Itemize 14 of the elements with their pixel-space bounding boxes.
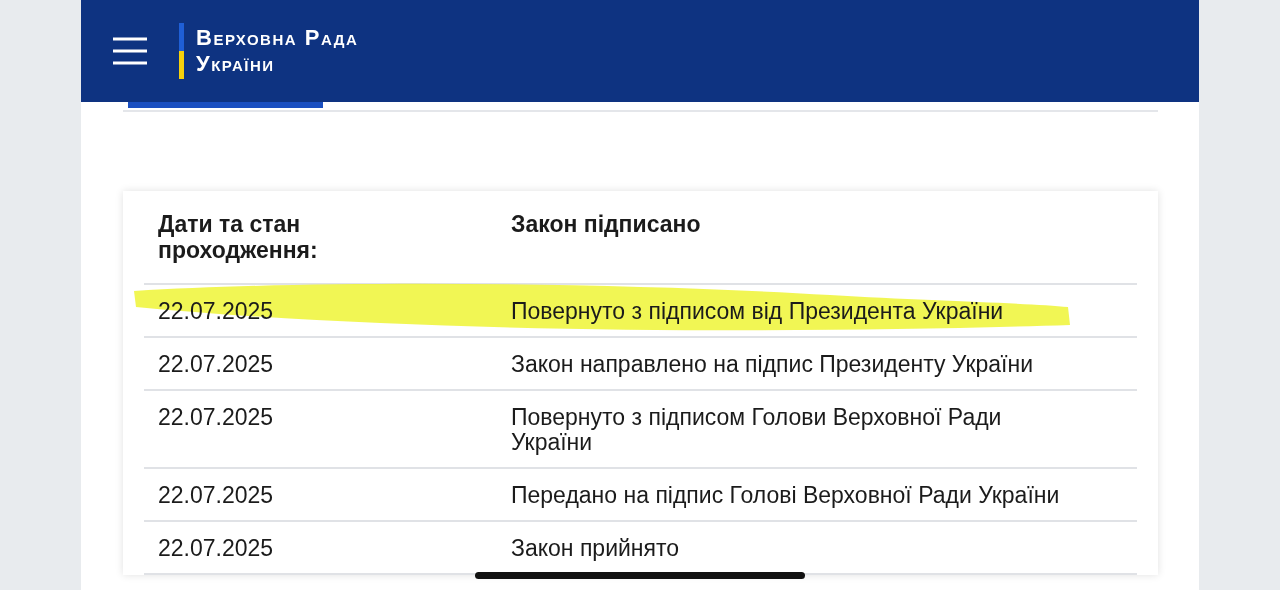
table-cell-text: Передано на підпис Голові Верховної Ради України — [511, 483, 1061, 508]
table-cell-text: 22.07.2025 — [158, 536, 275, 561]
table-cell-text: 22.07.2025 — [158, 352, 275, 377]
law-status: Закон підписано — [511, 211, 702, 239]
column-heading: Дати та стан проходження: — [158, 211, 319, 263]
flag-icon — [179, 23, 184, 79]
logo-subtitle[interactable]: України — [196, 51, 359, 77]
table-cell-text: Повернуто з підписом Голови Верховної Ради України — [511, 405, 1003, 455]
logo-title[interactable]: Верховна Рада — [196, 25, 359, 51]
table-cell-text: 22.07.2025 — [158, 483, 275, 508]
table-cell-text: 22.07.2025 — [158, 405, 275, 432]
table-cell-text: Закон прийнято — [511, 536, 681, 561]
table-cell-text: Повернуто з підписом від Президента України — [511, 299, 1005, 324]
table-cell-text: Закон направлено на підпис Президенту України — [511, 352, 1035, 377]
